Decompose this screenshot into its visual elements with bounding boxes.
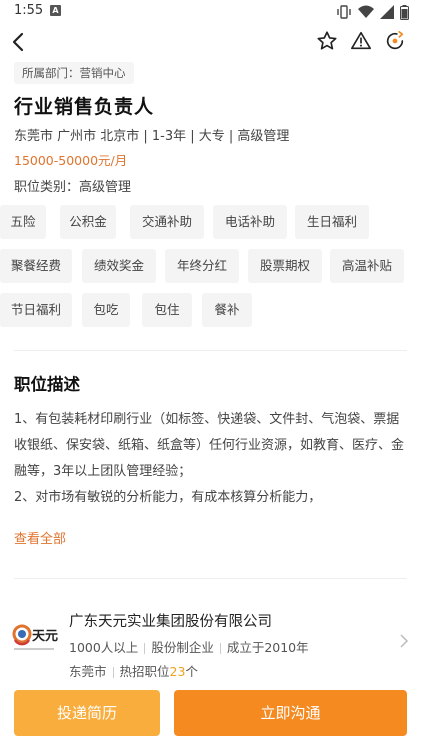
benefit-tag: 高温补贴 — [330, 249, 404, 283]
job-meta: 东莞市 广州市 北京市 | 1-3年 | 大专 | 高级管理 — [14, 129, 290, 144]
company-card[interactable]: 天元 广东天元实业集团股份有限公司 1000人以上 股份制企业 成立于2010年 东… — [0, 600, 421, 680]
company-name: 广东天元实业集团股份有限公司 — [69, 614, 272, 630]
benefit-tag: 包住 — [142, 293, 192, 327]
job-title: 行业销售负责人 — [14, 96, 155, 118]
submit-resume-button[interactable]: 投递简历 — [14, 690, 160, 736]
benefit-tag: 节日福利 — [0, 293, 72, 327]
department-tag: 所属部门：营销中心 — [14, 62, 134, 84]
benefit-tag: 电话补助 — [213, 205, 287, 239]
benefit-tag: 股票期权 — [248, 249, 322, 283]
description-title: 职位描述 — [14, 375, 80, 394]
nav-actions — [315, 29, 407, 53]
job-category: 职位类别：高级管理 — [14, 180, 132, 195]
benefit-tag: 交通补助 — [130, 205, 204, 239]
company-logo: 天元 — [12, 618, 60, 660]
description-body: 1、有包装耗材印刷行业（如标签、快递袋、文件封、气泡袋、票据收银纸、保安袋、纸箱… — [14, 407, 409, 511]
company-size: 1000人以上 — [69, 640, 139, 655]
bottom-action-bar: 投递简历 立即沟通 — [0, 686, 421, 750]
battery-icon — [400, 4, 409, 20]
status-time: 1:55 — [14, 3, 44, 18]
company-founded: 成立于2010年 — [226, 640, 309, 655]
hot-jobs-label: 热招职位 — [119, 664, 170, 679]
back-icon[interactable] — [4, 28, 32, 56]
divider — [14, 350, 407, 351]
status-bar: 1:55 A — [0, 0, 421, 24]
benefit-tag: 五险 — [0, 205, 46, 239]
company-city: 东莞市 — [69, 664, 107, 679]
share-refresh-icon[interactable] — [383, 29, 407, 53]
signal-icon — [380, 5, 394, 19]
vibrate-icon — [337, 5, 351, 19]
star-icon[interactable] — [315, 29, 339, 53]
hot-jobs-count: 23 — [169, 664, 186, 679]
status-icons — [336, 3, 409, 21]
company-location: 东莞市 热招职位23个 — [69, 661, 198, 680]
benefit-tag: 聚餐经费 — [0, 249, 72, 283]
notification-badge-icon: A — [50, 5, 61, 16]
benefit-tag: 公积金 — [60, 205, 116, 239]
divider — [14, 578, 407, 579]
company-type: 股份制企业 — [151, 640, 214, 655]
chevron-right-icon — [400, 634, 409, 648]
chat-now-button[interactable]: 立即沟通 — [174, 690, 407, 736]
benefit-tag: 生日福利 — [295, 205, 369, 239]
description-line: 2、对市场有敏锐的分析能力，有成本核算分析能力， — [14, 490, 322, 505]
company-logo-text: 天元 — [32, 629, 58, 644]
warning-icon[interactable] — [349, 29, 373, 53]
benefit-tag: 年终分红 — [165, 249, 239, 283]
company-info: 1000人以上 股份制企业 成立于2010年 — [69, 637, 309, 656]
nav-bar — [0, 24, 421, 60]
wifi-icon — [358, 5, 374, 18]
see-all-link[interactable]: 查看全部 — [14, 528, 66, 547]
benefit-tag: 餐补 — [202, 293, 252, 327]
description-line: 1、有包装耗材印刷行业（如标签、快递袋、文件封、气泡袋、票据收银纸、保安袋、纸箱… — [14, 412, 405, 479]
hot-jobs-suffix: 个 — [185, 664, 198, 679]
benefit-tag: 包吃 — [82, 293, 130, 327]
job-salary: 15000-50000元/月 — [14, 153, 128, 168]
benefit-tag: 绩效奖金 — [82, 249, 156, 283]
